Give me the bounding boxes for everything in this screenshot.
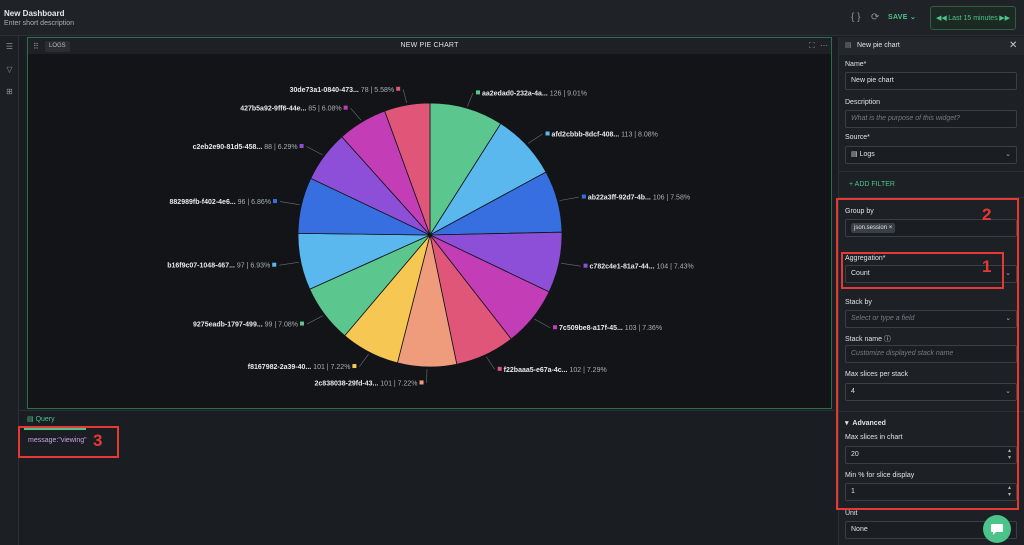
slice-label: 882989fb-f402-4e6... 96 | 6.86% — [170, 199, 271, 206]
label-leader-line — [527, 133, 543, 144]
slice-label: aa2edad0-232a-4a... 126 | 9.01% — [482, 90, 587, 97]
divider — [839, 171, 1024, 172]
source-label: Source* — [845, 134, 870, 141]
source-value: Logs — [859, 151, 875, 158]
slice-label: 9275eadb-1797-499... 99 | 7.08% — [193, 322, 298, 329]
annotation-box-2 — [836, 198, 1019, 510]
label-leader-line — [534, 318, 551, 328]
slice-label: afd2cbbb-8dcf-408... 113 | 8.08% — [552, 131, 658, 138]
forward-icon[interactable]: ▶▶ — [999, 14, 1010, 22]
legend-swatch — [343, 105, 348, 110]
legend-swatch — [299, 321, 304, 326]
legend-swatch — [299, 143, 304, 148]
chat-button[interactable] — [983, 515, 1011, 543]
widget-header: ⠿ LOGS NEW PIE CHART ⛶ ⋯ — [28, 38, 831, 54]
label-leader-line — [306, 315, 324, 325]
tab-query[interactable]: ▤ Query — [27, 415, 55, 423]
top-bar: New Dashboard Enter short description { … — [0, 0, 1024, 36]
unit-label: Unit — [845, 510, 858, 517]
legend-swatch — [396, 86, 401, 91]
logs-icon: ▤ — [851, 151, 858, 158]
slice-label: b16f9c07-1048-467... 97 | 6.93% — [167, 263, 270, 270]
annotation-box-3 — [18, 426, 119, 458]
legend-swatch — [352, 364, 357, 369]
slice-label: 30de73a1-0840-473... 78 | 5.58% — [290, 87, 395, 94]
left-toolbar: ☰ ▽ ⊞ — [0, 36, 19, 545]
legend-swatch — [581, 194, 586, 199]
filter-icon[interactable]: ▽ — [5, 65, 14, 74]
description-input[interactable]: What is the purpose of this widget? — [845, 110, 1017, 128]
slice-label: c2eb2e90-81d5-458... 88 | 6.29% — [193, 144, 298, 151]
slice-label: 2c838038-29fd-43... 101 | 7.22% — [315, 380, 418, 387]
close-icon[interactable]: ✕ — [1009, 40, 1017, 51]
fullscreen-icon[interactable]: ⛶ — [809, 41, 815, 51]
label-leader-line — [559, 196, 579, 201]
name-input[interactable]: New pie chart — [845, 72, 1017, 90]
chart-icon: ▤ — [845, 42, 852, 49]
legend-swatch — [419, 380, 424, 385]
legend-swatch — [583, 263, 588, 268]
label-leader-line — [350, 107, 362, 121]
legend-swatch — [497, 366, 502, 371]
slice-label: ab22a3ff-92d7-4b... 106 | 7.58% — [588, 195, 690, 202]
label-leader-line — [467, 92, 474, 107]
legend-swatch — [545, 131, 550, 136]
annotation-number-1: 1 — [982, 257, 992, 276]
slice-label: c782c4e1-81a7-44... 104 | 7.43% — [590, 264, 694, 271]
pie-chart: aa2edad0-232a-4a... 126 | 9.01% afd2cbbb-… — [167, 86, 694, 387]
label-leader-line — [486, 356, 495, 370]
slice-label: f22baaa5-e67a-4c... 102 | 7.29% — [504, 367, 607, 374]
source-select[interactable]: ▤ Logs ⌄ — [845, 146, 1017, 164]
rewind-icon[interactable]: ◀◀ — [936, 14, 947, 22]
add-widget-icon[interactable]: ⊞ — [5, 87, 14, 96]
name-label: Name* — [845, 61, 867, 68]
refresh-icon[interactable]: ⟳ — [871, 12, 879, 23]
legend-swatch — [272, 262, 277, 267]
widget-title: NEW PIE CHART — [400, 42, 459, 49]
save-button[interactable]: SAVE ⌄ — [888, 13, 916, 21]
slice-label: 7c509be8-a17f-45... 103 | 7.36% — [559, 325, 662, 332]
add-filter-button[interactable]: + ADD FILTER — [849, 181, 895, 188]
time-range-label: Last 15 minutes — [948, 14, 998, 22]
more-options-icon[interactable]: ⋯ — [820, 41, 828, 50]
label-leader-line — [279, 201, 300, 206]
label-leader-line — [279, 262, 299, 266]
slice-label: 427b5a92-9ff6-44e... 85 | 6.08% — [240, 106, 341, 113]
legend-swatch — [553, 325, 558, 330]
annotation-number-2: 2 — [982, 205, 992, 224]
chat-icon — [991, 523, 1003, 535]
panel-header: ▤ New pie chart ✕ — [839, 37, 1024, 55]
list-icon[interactable]: ☰ — [5, 42, 14, 51]
annotation-number-3: 3 — [93, 431, 103, 450]
label-leader-line — [402, 89, 407, 104]
slice-label: f8167982-2a39-40... 101 | 7.22% — [248, 364, 351, 371]
label-leader-line — [560, 262, 581, 267]
pie-chart-widget: ⠿ LOGS NEW PIE CHART ⛶ ⋯ aa2edad0-232a-4… — [27, 37, 832, 409]
label-leader-line — [306, 146, 323, 156]
code-icon[interactable]: { } — [851, 12, 860, 23]
label-leader-line — [359, 353, 369, 367]
annotation-box-1 — [841, 252, 1004, 289]
description-label: Description — [845, 99, 881, 106]
panel-title: New pie chart — [857, 42, 900, 49]
dashboard-title[interactable]: New Dashboard — [4, 9, 64, 18]
time-range-picker[interactable]: ◀◀ Last 15 minutes ▶▶ — [930, 6, 1016, 30]
legend-swatch — [272, 199, 277, 204]
query-panel: ▤ Query message:"viewing" — [19, 410, 835, 545]
legend-swatch — [475, 90, 480, 95]
chevron-down-icon: ⌄ — [1005, 151, 1011, 158]
dashboard-description[interactable]: Enter short description — [4, 20, 74, 27]
